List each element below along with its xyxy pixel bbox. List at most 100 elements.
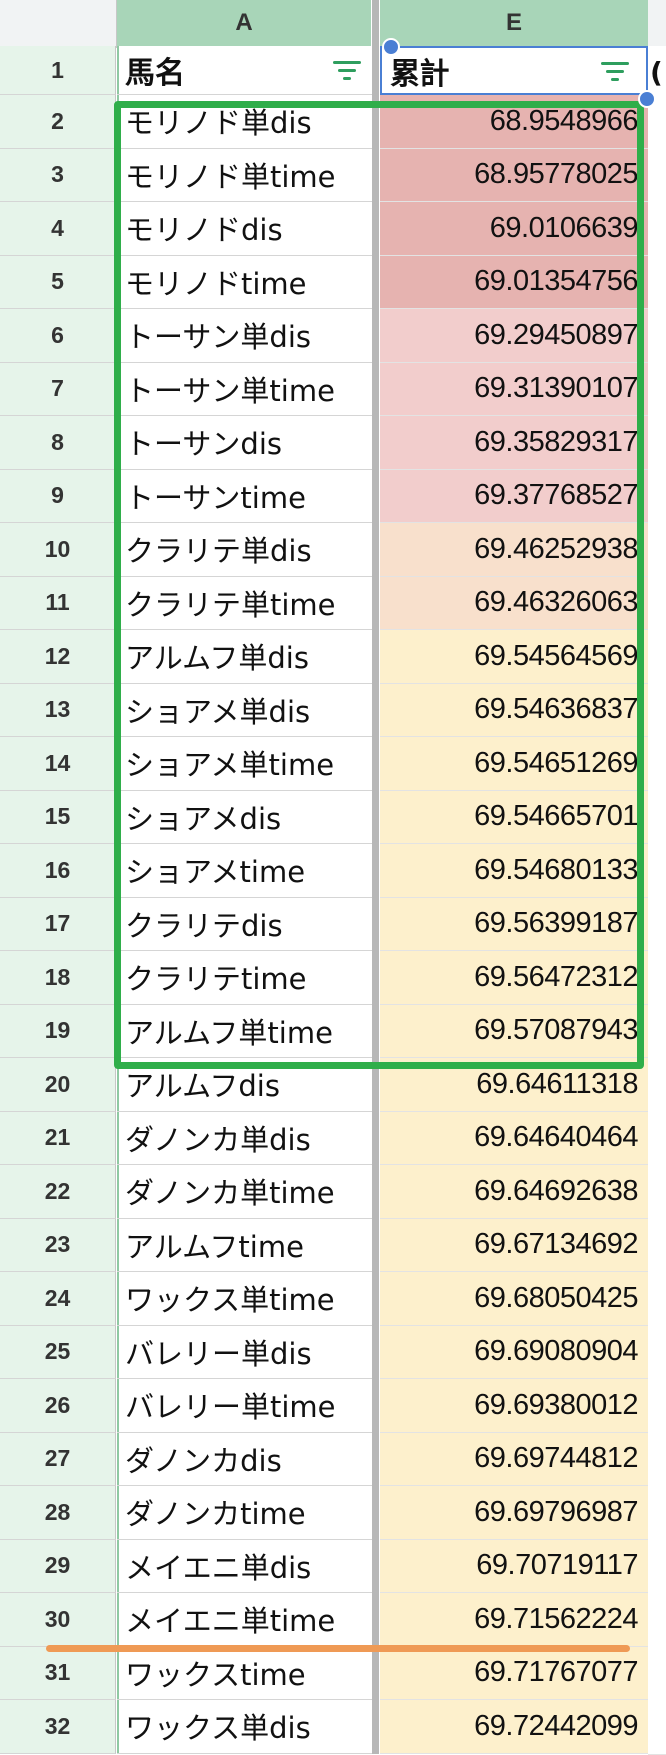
cumulative-value-cell[interactable]: 69.71562224 (380, 1593, 648, 1647)
select-all-corner[interactable] (0, 0, 117, 48)
cumulative-value-cell[interactable]: 69.29450897 (380, 309, 648, 363)
cumulative-value-cell[interactable]: 69.54636837 (380, 683, 648, 737)
row-number[interactable]: 1 (0, 46, 116, 95)
next-column-cell[interactable] (648, 469, 666, 524)
column-header-a[interactable]: A (117, 0, 371, 48)
next-column-cell[interactable] (648, 1486, 666, 1541)
row-number[interactable]: 31 (0, 1646, 116, 1700)
row-number[interactable]: 27 (0, 1432, 116, 1486)
cumulative-value-cell[interactable]: 69.71767077 (380, 1646, 648, 1700)
next-column-cell[interactable] (648, 790, 666, 845)
row-number[interactable]: 3 (0, 148, 116, 202)
horse-name-cell[interactable]: ダノンカ単dis (117, 1111, 372, 1165)
row-number[interactable]: 11 (0, 576, 116, 630)
row-number[interactable]: 12 (0, 630, 116, 684)
next-column-cell[interactable] (648, 630, 666, 685)
cumulative-value-cell[interactable]: 68.95778025 (380, 148, 648, 202)
selection-handle-bottom[interactable] (638, 90, 656, 108)
cumulative-value-cell[interactable]: 69.69380012 (380, 1379, 648, 1433)
next-column-cell[interactable] (648, 683, 666, 738)
filter-icon[interactable] (600, 59, 630, 83)
horse-name-cell[interactable]: ダノンカtime (117, 1486, 372, 1540)
next-column-cell[interactable] (648, 1325, 666, 1380)
next-column-cell[interactable] (648, 576, 666, 631)
next-column-cell[interactable] (648, 1432, 666, 1487)
next-column-cell[interactable] (648, 1272, 666, 1327)
horse-name-cell[interactable]: バレリー単dis (117, 1325, 372, 1379)
row-number[interactable]: 7 (0, 362, 116, 416)
row-number[interactable]: 14 (0, 737, 116, 791)
horse-name-cell[interactable]: モリノド単dis (117, 95, 372, 149)
row-number[interactable]: 25 (0, 1325, 116, 1379)
next-column-cell[interactable] (648, 362, 666, 417)
selection-handle-top[interactable] (382, 38, 400, 56)
row-number[interactable]: 23 (0, 1218, 116, 1272)
next-column-cell[interactable] (648, 202, 666, 257)
row-number[interactable]: 29 (0, 1539, 116, 1593)
cumulative-value-cell[interactable]: 69.46252938 (380, 523, 648, 577)
horse-name-cell[interactable]: モリノドdis (117, 202, 372, 256)
cumulative-value-cell[interactable]: 69.64611318 (380, 1058, 648, 1112)
next-column-cell[interactable] (648, 523, 666, 578)
horse-name-cell[interactable]: クラリテ単dis (117, 523, 372, 577)
horse-name-cell[interactable]: ダノンカdis (117, 1432, 372, 1486)
next-column-cell[interactable] (648, 951, 666, 1006)
horse-name-cell[interactable]: メイエニ単dis (117, 1539, 372, 1593)
cumulative-value-cell[interactable]: 69.37768527 (380, 469, 648, 523)
horse-name-cell[interactable]: モリノド単time (117, 148, 372, 202)
horse-name-cell[interactable]: トーサン単dis (117, 309, 372, 363)
next-column-cell[interactable] (648, 1379, 666, 1434)
cumulative-value-cell[interactable]: 69.46326063 (380, 576, 648, 630)
next-column-cell[interactable] (648, 1539, 666, 1594)
cumulative-value-cell[interactable]: 69.69080904 (380, 1325, 648, 1379)
next-column-cell[interactable] (648, 1111, 666, 1166)
row-number[interactable]: 19 (0, 1004, 116, 1058)
cumulative-value-cell[interactable]: 69.54665701 (380, 790, 648, 844)
horse-name-cell[interactable]: ショアメ単time (117, 737, 372, 791)
row-number[interactable]: 22 (0, 1165, 116, 1219)
horse-name-cell[interactable]: メイエニ単time (117, 1593, 372, 1647)
cumulative-value-cell[interactable]: 69.69744812 (380, 1432, 648, 1486)
horse-name-cell[interactable]: ダノンカ単time (117, 1165, 372, 1219)
row-number[interactable]: 20 (0, 1058, 116, 1112)
horse-name-cell[interactable]: アルムフ単time (117, 1004, 372, 1058)
horse-name-cell[interactable]: クラリテtime (117, 951, 372, 1005)
horse-name-cell[interactable]: ワックス単time (117, 1272, 372, 1326)
row-number[interactable]: 4 (0, 202, 116, 256)
next-column-cell[interactable] (648, 1593, 666, 1648)
cumulative-value-cell[interactable]: 69.64640464 (380, 1111, 648, 1165)
cumulative-value-cell[interactable]: 69.35829317 (380, 416, 648, 470)
next-column-cell[interactable] (648, 1218, 666, 1273)
next-column-cell[interactable] (648, 416, 666, 471)
row-number[interactable]: 2 (0, 95, 116, 149)
horse-name-cell[interactable]: ワックスtime (117, 1646, 372, 1700)
row-number[interactable]: 9 (0, 469, 116, 523)
next-column-cell[interactable] (648, 1058, 666, 1113)
next-column-cell[interactable] (648, 255, 666, 310)
row-number[interactable]: 15 (0, 790, 116, 844)
row-number[interactable]: 6 (0, 309, 116, 363)
next-column-cell[interactable] (648, 1165, 666, 1220)
cumulative-value-cell[interactable]: 69.72442099 (380, 1700, 648, 1754)
row-number[interactable]: 24 (0, 1272, 116, 1326)
column-header-next[interactable] (648, 0, 666, 48)
next-column-cell[interactable] (648, 309, 666, 364)
horse-name-cell[interactable]: アルムフ単dis (117, 630, 372, 684)
next-column-cell[interactable] (648, 844, 666, 899)
horse-name-cell[interactable]: トーサンtime (117, 469, 372, 523)
cumulative-value-cell[interactable]: 69.68050425 (380, 1272, 648, 1326)
cumulative-value-cell[interactable]: 69.70719117 (380, 1539, 648, 1593)
row-number[interactable]: 30 (0, 1593, 116, 1647)
cumulative-value-cell[interactable]: 69.67134692 (380, 1218, 648, 1272)
next-column-cell[interactable] (648, 1700, 666, 1755)
cumulative-value-cell[interactable]: 69.31390107 (380, 362, 648, 416)
horse-name-cell[interactable]: アルムフdis (117, 1058, 372, 1112)
column-header-e[interactable]: E (380, 0, 648, 48)
horse-name-cell[interactable]: バレリー単time (117, 1379, 372, 1433)
row-number[interactable]: 28 (0, 1486, 116, 1540)
horse-name-cell[interactable]: ショアメtime (117, 844, 372, 898)
row-number[interactable]: 5 (0, 255, 116, 309)
cumulative-value-cell[interactable]: 69.0106639 (380, 202, 648, 256)
next-column-cell[interactable] (648, 1004, 666, 1059)
row-number[interactable]: 32 (0, 1700, 116, 1754)
